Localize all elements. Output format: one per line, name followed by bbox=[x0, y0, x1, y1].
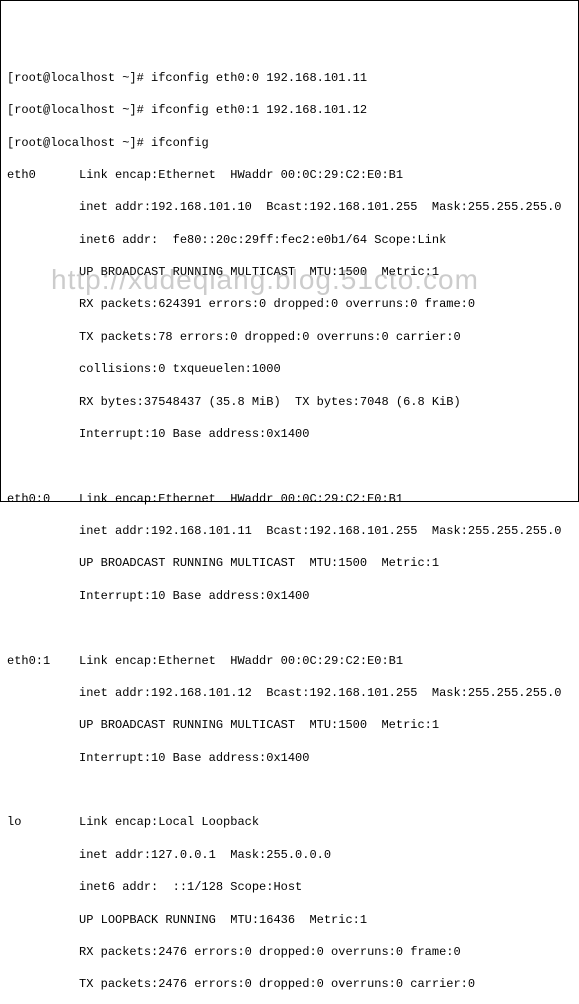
lo-encap: Link encap:Local Loopback bbox=[79, 815, 259, 829]
eth0-rx: RX packets:624391 errors:0 dropped:0 ove… bbox=[7, 296, 572, 312]
eth0-encap: Link encap:Ethernet HWaddr 00:0C:29:C2:E… bbox=[79, 168, 403, 182]
lo-inet: inet addr:127.0.0.1 Mask:255.0.0.0 bbox=[7, 847, 572, 863]
iface-name: eth0 bbox=[7, 168, 36, 182]
command-3: ifconfig bbox=[151, 136, 209, 150]
prompt: [root@localhost ~]# bbox=[7, 136, 144, 150]
eth0-inet: inet addr:192.168.101.10 Bcast:192.168.1… bbox=[7, 199, 572, 215]
iface-name: eth0:0 bbox=[7, 492, 50, 506]
lo-block: lo Link encap:Local Loopback bbox=[7, 814, 572, 830]
eth0-0-inet: inet addr:192.168.101.11 Bcast:192.168.1… bbox=[7, 523, 572, 539]
blank bbox=[7, 620, 572, 636]
eth0-0-int: Interrupt:10 Base address:0x1400 bbox=[7, 588, 572, 604]
iface-name: eth0:1 bbox=[7, 654, 50, 668]
eth0-0-flags: UP BROADCAST RUNNING MULTICAST MTU:1500 … bbox=[7, 555, 572, 571]
cmd-line-2: [root@localhost ~]# ifconfig eth0:1 192.… bbox=[7, 102, 572, 118]
eth0-1-block: eth0:1 Link encap:Ethernet HWaddr 00:0C:… bbox=[7, 653, 572, 669]
lo-inet6: inet6 addr: ::1/128 Scope:Host bbox=[7, 879, 572, 895]
eth0-coll: collisions:0 txqueuelen:1000 bbox=[7, 361, 572, 377]
eth0-tx: TX packets:78 errors:0 dropped:0 overrun… bbox=[7, 329, 572, 345]
eth0-1-encap: Link encap:Ethernet HWaddr 00:0C:29:C2:E… bbox=[79, 654, 403, 668]
eth0-1-inet: inet addr:192.168.101.12 Bcast:192.168.1… bbox=[7, 685, 572, 701]
lo-tx: TX packets:2476 errors:0 dropped:0 overr… bbox=[7, 976, 572, 992]
lo-rx: RX packets:2476 errors:0 dropped:0 overr… bbox=[7, 944, 572, 960]
eth0-flags: UP BROADCAST RUNNING MULTICAST MTU:1500 … bbox=[7, 264, 572, 280]
eth0-1-flags: UP BROADCAST RUNNING MULTICAST MTU:1500 … bbox=[7, 717, 572, 733]
eth0-0-encap: Link encap:Ethernet HWaddr 00:0C:29:C2:E… bbox=[79, 492, 403, 506]
cmd-line-1: [root@localhost ~]# ifconfig eth0:0 192.… bbox=[7, 70, 572, 86]
command-1: ifconfig eth0:0 192.168.101.11 bbox=[151, 71, 367, 85]
eth0-inet6: inet6 addr: fe80::20c:29ff:fec2:e0b1/64 … bbox=[7, 232, 572, 248]
lo-flags: UP LOOPBACK RUNNING MTU:16436 Metric:1 bbox=[7, 912, 572, 928]
cmd-line-3: [root@localhost ~]# ifconfig bbox=[7, 135, 572, 151]
prompt: [root@localhost ~]# bbox=[7, 71, 144, 85]
eth0-int: Interrupt:10 Base address:0x1400 bbox=[7, 426, 572, 442]
eth0-block: eth0 Link encap:Ethernet HWaddr 00:0C:29… bbox=[7, 167, 572, 183]
command-2: ifconfig eth0:1 192.168.101.12 bbox=[151, 103, 367, 117]
blank bbox=[7, 458, 572, 474]
eth0-1-int: Interrupt:10 Base address:0x1400 bbox=[7, 750, 572, 766]
iface-name: lo bbox=[7, 815, 21, 829]
eth0-bytes: RX bytes:37548437 (35.8 MiB) TX bytes:70… bbox=[7, 394, 572, 410]
blank bbox=[7, 782, 572, 798]
eth0-0-block: eth0:0 Link encap:Ethernet HWaddr 00:0C:… bbox=[7, 491, 572, 507]
prompt: [root@localhost ~]# bbox=[7, 103, 144, 117]
